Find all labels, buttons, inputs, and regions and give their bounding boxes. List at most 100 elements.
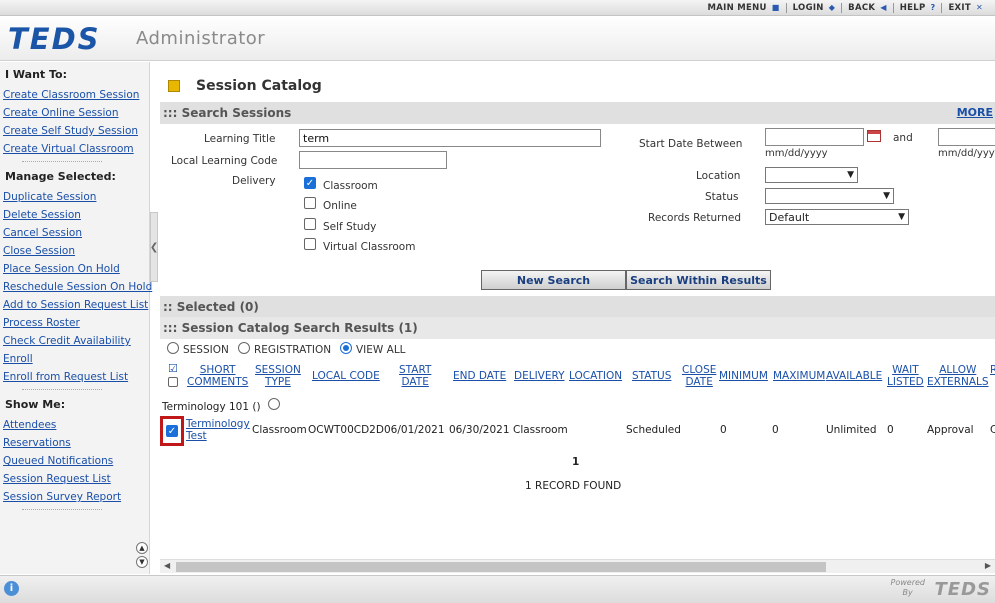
col-session-type[interactable]: SESSION TYPE: [255, 364, 301, 388]
col-allow-externals[interactable]: ALLOW EXTERNALS: [927, 364, 989, 388]
col-listed-label: LISTED: [887, 376, 924, 388]
cell-wait-listed: 0: [887, 424, 894, 436]
start-date-from-input[interactable]: [765, 128, 864, 146]
col-local-code[interactable]: LOCAL CODE: [312, 370, 380, 382]
sidebar-cancel-session[interactable]: Cancel Session: [3, 225, 149, 243]
start-date-to-input[interactable]: [938, 128, 995, 146]
sidebar-reschedule-on-hold[interactable]: Reschedule Session On Hold: [3, 279, 152, 297]
help-link[interactable]: HELP?: [894, 3, 943, 13]
col-end-date[interactable]: END DATE: [453, 370, 506, 382]
search-within-results-button[interactable]: Search Within Results: [626, 270, 771, 290]
and-label: and: [893, 132, 913, 144]
cell-trailing: C: [990, 424, 995, 436]
status-select[interactable]: ▼: [765, 188, 894, 204]
view-all-label: VIEW ALL: [356, 344, 406, 356]
new-search-button[interactable]: New Search: [481, 270, 626, 290]
row-checkbox[interactable]: ✓: [166, 425, 178, 437]
sidebar-attendees[interactable]: Attendees: [3, 417, 149, 435]
sidebar-create-classroom-session[interactable]: Create Classroom Session: [3, 87, 149, 105]
col-delivery[interactable]: DELIVERY: [514, 370, 565, 382]
col-close-date[interactable]: CLOSE DATE: [682, 364, 716, 388]
virtual-classroom-checkbox[interactable]: [304, 238, 316, 250]
sidebar-enroll-from-request[interactable]: Enroll from Request List: [3, 369, 149, 387]
view-registration-label: REGISTRATION: [254, 344, 332, 356]
view-session-label: SESSION: [183, 344, 229, 356]
sidebar-close-session[interactable]: Close Session: [3, 243, 149, 261]
location-select[interactable]: ▼: [765, 167, 858, 183]
session-name-link-line2[interactable]: Test: [186, 430, 207, 442]
records-returned-label: Records Returned: [648, 212, 742, 224]
info-icon[interactable]: i: [4, 581, 19, 596]
selected-band: :: Selected (0): [160, 296, 995, 318]
powered-label: Powered: [890, 578, 925, 587]
sidebar-enroll[interactable]: Enroll: [3, 351, 149, 369]
scroll-left-icon[interactable]: ◀: [164, 561, 170, 570]
exit-label: EXIT: [948, 3, 971, 13]
col-status[interactable]: STATUS: [632, 370, 671, 382]
sidebar-duplicate-session[interactable]: Duplicate Session: [3, 189, 149, 207]
local-code-input[interactable]: [299, 151, 447, 169]
want-to-heading: I Want To:: [5, 68, 68, 81]
diamond-icon: ◆: [828, 3, 836, 12]
status-label: Status: [705, 191, 739, 203]
col-short-comments[interactable]: SHORT COMMENTS: [187, 364, 248, 388]
scroll-down-icon[interactable]: ▼: [136, 556, 148, 568]
back-link[interactable]: BACK ◀: [842, 3, 894, 13]
col-type-label: TYPE: [265, 376, 291, 388]
view-session-radio[interactable]: [167, 342, 179, 354]
group-label: Terminology 101 (): [162, 401, 261, 413]
horizontal-scrollbar[interactable]: ◀ ▶: [160, 559, 995, 573]
sidebar-create-virtual-classroom[interactable]: Create Virtual Classroom: [3, 141, 149, 159]
learning-title-input[interactable]: [299, 129, 601, 147]
group-radio[interactable]: [268, 398, 280, 410]
cell-maximum: 0: [772, 424, 779, 436]
cell-available: Unlimited: [826, 424, 877, 436]
sidebar-reservations[interactable]: Reservations: [3, 435, 149, 453]
session-name-link[interactable]: Terminology: [186, 418, 250, 430]
view-all-radio[interactable]: [340, 342, 352, 354]
records-returned-select[interactable]: Default ▼: [765, 209, 909, 225]
pagination-page[interactable]: 1: [572, 456, 579, 468]
divider: [22, 389, 102, 390]
scrollbar-thumb[interactable]: [176, 562, 826, 572]
more-link[interactable]: MORE: [957, 102, 993, 124]
select-all-checked-icon[interactable]: ☑: [168, 362, 178, 375]
collapse-sidebar-handle[interactable]: ❮: [150, 212, 158, 282]
sidebar-create-online-session[interactable]: Create Online Session: [3, 105, 149, 123]
sidebar-check-credit[interactable]: Check Credit Availability: [3, 333, 149, 351]
exit-link[interactable]: EXIT ✕: [942, 3, 989, 13]
scroll-up-icon[interactable]: ▲: [136, 542, 148, 554]
self-study-checkbox[interactable]: [304, 218, 316, 230]
sidebar-create-self-study-session[interactable]: Create Self Study Session: [3, 123, 149, 141]
col-comments-label: COMMENTS: [187, 376, 249, 388]
col-start-date[interactable]: START DATE: [399, 364, 431, 388]
cell-session-type: Classroom: [252, 424, 307, 436]
calendar-icon[interactable]: [867, 130, 881, 142]
col-minimum[interactable]: MINIMUM: [719, 370, 768, 382]
view-registration-radio[interactable]: [238, 342, 250, 354]
sidebar-place-on-hold[interactable]: Place Session On Hold: [3, 261, 149, 279]
sidebar-add-to-request-list[interactable]: Add to Session Request List: [3, 297, 149, 315]
sidebar-queued-notifications[interactable]: Queued Notifications: [3, 453, 149, 471]
col-wait-listed[interactable]: WAIT LISTED: [887, 364, 924, 388]
sidebar-delete-session[interactable]: Delete Session: [3, 207, 149, 225]
sidebar-session-request-list[interactable]: Session Request List: [3, 471, 149, 489]
self-study-option-label: Self Study: [323, 221, 377, 233]
cell-delivery: Classroom: [513, 424, 568, 436]
sidebar-process-roster[interactable]: Process Roster: [3, 315, 149, 333]
select-all-checkbox[interactable]: [168, 377, 178, 387]
sidebar-session-survey-report[interactable]: Session Survey Report: [3, 489, 149, 507]
teds-logo: TEDS: [8, 22, 101, 56]
chevron-left-icon: ❮: [149, 241, 159, 253]
online-checkbox[interactable]: [304, 197, 316, 209]
classroom-checkbox[interactable]: ✓: [304, 177, 316, 189]
scroll-right-icon[interactable]: ▶: [985, 561, 991, 570]
main-menu-link[interactable]: MAIN MENU ■: [702, 3, 787, 13]
login-link[interactable]: LOGIN ◆: [787, 3, 843, 13]
col-maximum[interactable]: MAXIMUM: [773, 370, 825, 382]
col-location[interactable]: LOCATION: [569, 370, 622, 382]
cell-start-date: 06/01/2021: [384, 424, 445, 436]
col-trailing[interactable]: R: [990, 364, 995, 376]
help-label: HELP: [899, 3, 926, 13]
col-available[interactable]: AVAILABLE: [826, 370, 882, 382]
